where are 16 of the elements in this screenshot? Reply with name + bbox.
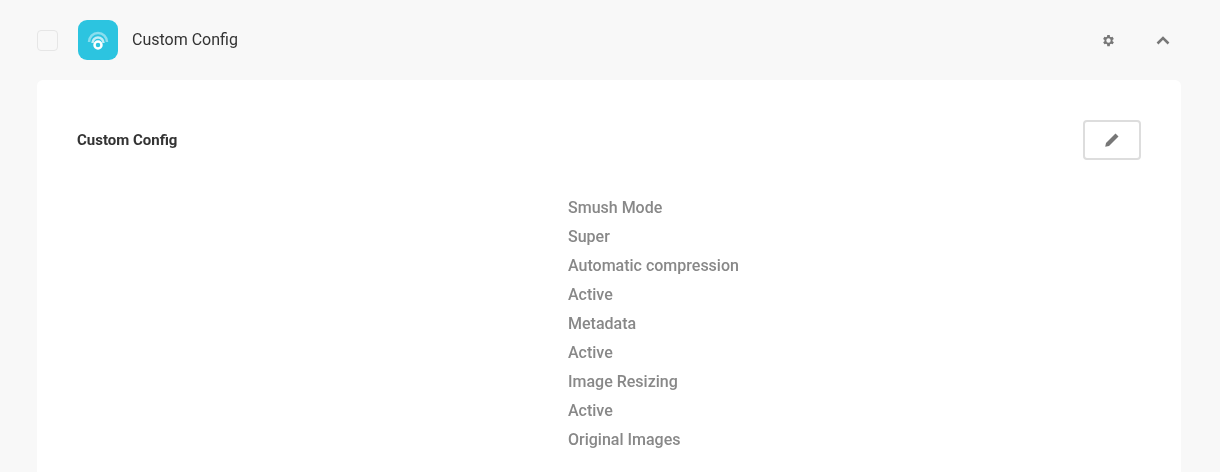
setting-value: Active <box>568 342 614 364</box>
config-title: Custom Config <box>132 29 238 51</box>
setting-label: Automatic compression <box>568 255 740 277</box>
chevron-up-icon[interactable] <box>1156 35 1170 45</box>
pencil-icon <box>1104 132 1120 148</box>
card-title: Custom Config <box>77 129 178 151</box>
setting-value: Active <box>568 400 614 422</box>
setting-label: Smush Mode <box>568 197 664 219</box>
setting-label: Original Images <box>568 429 682 451</box>
settings-icon[interactable] <box>1101 32 1116 48</box>
setting-label: Image Resizing <box>568 371 679 393</box>
setting-label: Metadata <box>568 313 638 335</box>
edit-button[interactable] <box>1083 120 1141 160</box>
setting-value: Active <box>568 284 614 306</box>
app-logo-icon <box>78 20 118 60</box>
setting-value: Super <box>568 226 611 248</box>
